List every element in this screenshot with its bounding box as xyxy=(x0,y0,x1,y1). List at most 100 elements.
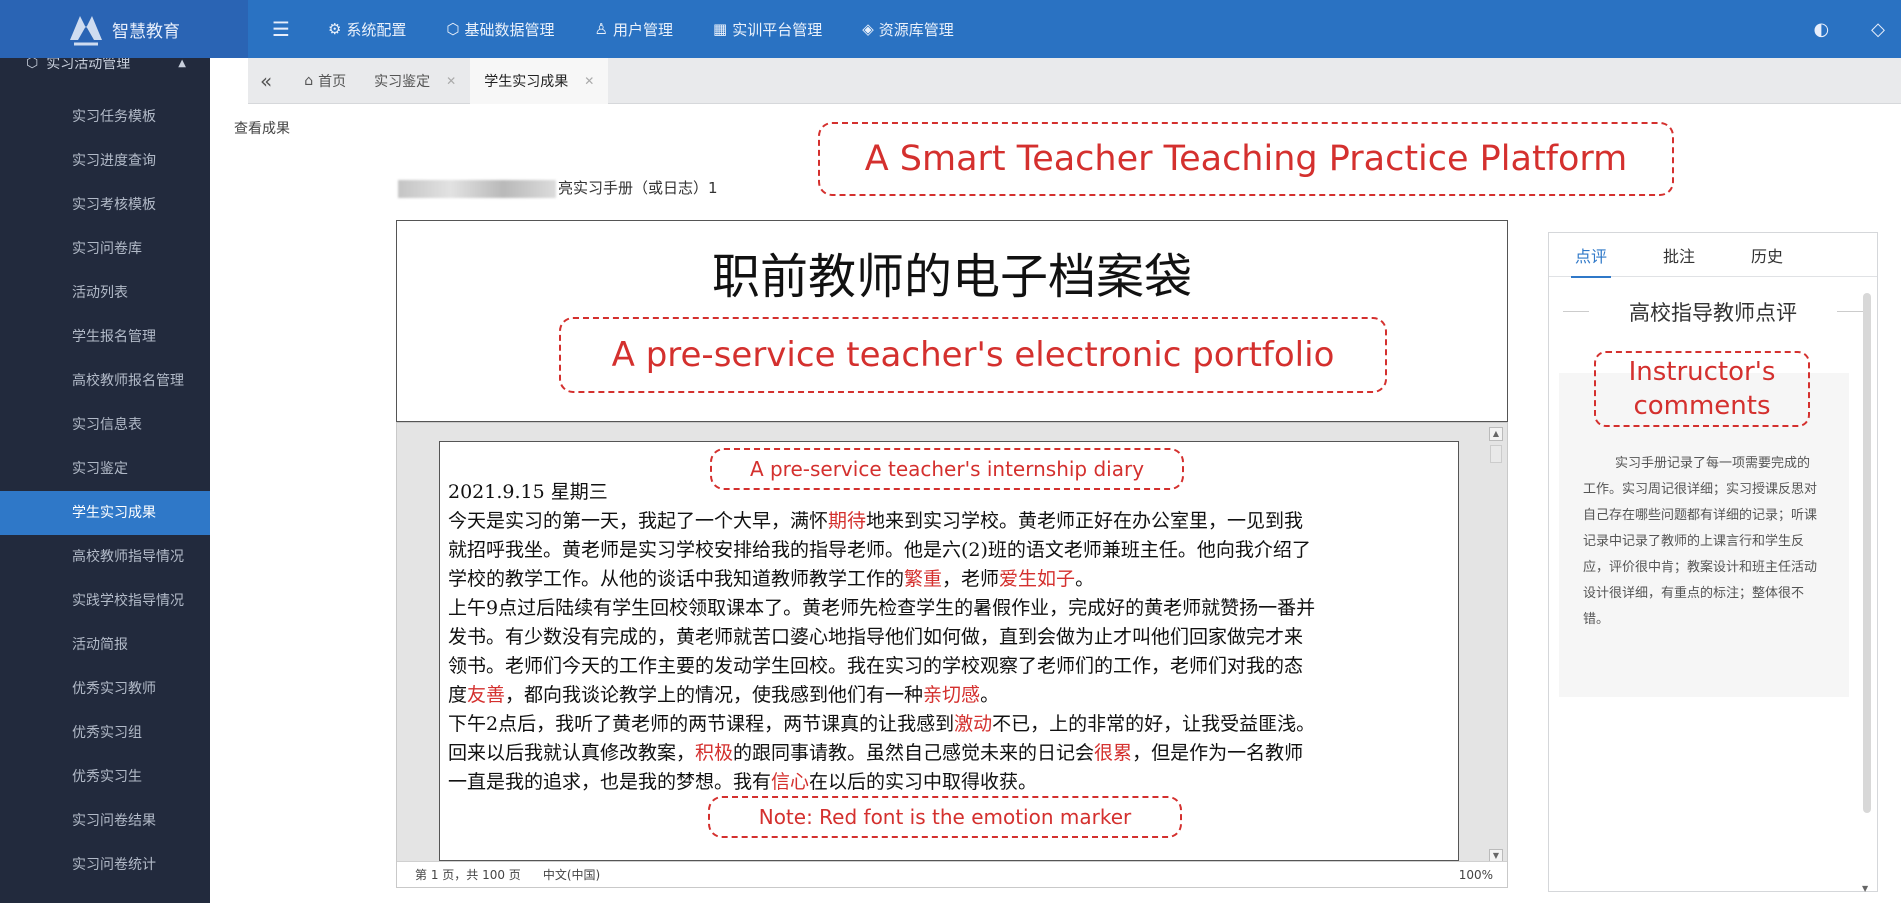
sidebar-item[interactable]: 优秀实习教师 xyxy=(0,667,210,711)
sidebar: ⬡ 实习活动管理 ▲ 实习任务模板 实习进度查询 实习考核模板 实习问卷库 活动… xyxy=(0,58,210,903)
diary-line: 回来以后我就认真修改教案，积极的跟同事请教。虽然自己感觉未来的日记会很累，但是作… xyxy=(448,739,1452,768)
tab-annotations[interactable]: 批注 xyxy=(1663,233,1695,277)
scroll-track[interactable] xyxy=(1863,293,1871,813)
diary-text-segment: 就招呼我坐。黄老师是实习学校安排给我的指导老师。他是六(2)班的语文老师兼班主任… xyxy=(448,539,1311,561)
tab-history[interactable]: 历史 xyxy=(1751,233,1783,277)
diary-line: 学校的教学工作。从他的谈话中我知道教师教学工作的繁重，老师爱生如子。 xyxy=(448,565,1452,594)
sidebar-item[interactable]: 高校教师报名管理 xyxy=(0,359,210,403)
sidebar-item[interactable]: 高校教师指导情况 xyxy=(0,535,210,579)
sidebar-item[interactable]: 实习鉴定 xyxy=(0,447,210,491)
topnav-base-data[interactable]: ⬡ 基础数据管理 xyxy=(446,19,554,40)
sidebar-item[interactable]: 实习考核模板 xyxy=(0,183,210,227)
diary-line: 下午2点后，我听了黄老师的两节课程，两节课真的让我感到激动不已，上的非常的好，让… xyxy=(448,710,1452,739)
home-icon: ⌂ xyxy=(304,72,314,89)
palette-icon[interactable]: ◐ xyxy=(1813,19,1829,40)
diary-line: 度友善，都向我谈论教学上的情况，使我感到他们有一种亲切感。 xyxy=(448,681,1452,710)
document-header: 职前教师的电子档案袋 A pre-service teacher's elect… xyxy=(396,220,1508,422)
emotion-marker: 很累 xyxy=(1094,742,1133,764)
diary-text: 2021.9.15 星期三今天是实习的第一天，我起了一个大早，满怀期待地来到实习… xyxy=(448,478,1452,797)
diary-text-segment: 回来以后我就认真修改教案， xyxy=(448,742,696,764)
sidebar-item[interactable]: 实习问卷结果 xyxy=(0,799,210,843)
tab-label: 首页 xyxy=(318,73,347,90)
diary-text-segment: 领书。老师们今天的工作主要的发动学生回校。我在实习的学校观察了老师们的工作，老师… xyxy=(448,655,1304,677)
sidebar-menu: 实习任务模板 实习进度查询 实习考核模板 实习问卷库 活动列表 学生报名管理 高… xyxy=(0,95,210,887)
sidebar-item[interactable]: 实习问卷统计 xyxy=(0,843,210,887)
group-icon: ⬡ xyxy=(26,58,39,71)
top-bar: 智慧教育 ☰ ⚙ 系统配置 ⬡ 基础数据管理 ♙ 用户管理 ▦ 实训平台管理 ◈ xyxy=(0,0,1901,58)
emotion-marker: 信心 xyxy=(771,771,810,793)
diary-line: 上午9点过后陆续有学生回校领取课本了。黄老师先检查学生的暑假作业，完成好的黄老师… xyxy=(448,594,1452,623)
top-right-tools: ◐ ◇ xyxy=(1771,0,1885,58)
review-tabs: 点评 批注 历史 xyxy=(1549,233,1877,278)
page-counter: 第 1 页，共 100 页 xyxy=(415,868,521,882)
tab-label: 实习鉴定 xyxy=(374,73,431,90)
sidebar-item[interactable]: 学生报名管理 xyxy=(0,315,210,359)
topnav-resource-library[interactable]: ◈ 资源库管理 xyxy=(862,19,954,40)
emotion-marker: 亲切感 xyxy=(923,684,981,706)
diary-text-segment: ，都向我谈论教学上的情况，使我感到他们有一种 xyxy=(505,684,924,706)
diary-text-segment: 。 xyxy=(1075,568,1095,590)
platform-annotation: A Smart Teacher Teaching Practice Platfo… xyxy=(818,122,1674,196)
sidebar-item[interactable]: 活动列表 xyxy=(0,271,210,315)
sidebar-item[interactable]: 实习信息表 xyxy=(0,403,210,447)
review-panel: 点评 批注 历史 高校指导教师点评 Instructor's comments … xyxy=(1548,232,1878,893)
brand[interactable]: 智慧教育 xyxy=(0,0,248,58)
scroll-down-icon[interactable]: ▼ xyxy=(1862,884,1868,893)
sidebar-item[interactable]: 实习问卷库 xyxy=(0,227,210,271)
viewer-scrollbar[interactable]: ▲ ▼ xyxy=(1489,427,1503,863)
emotion-marker: 友善 xyxy=(467,684,506,706)
diary-text-segment: 下午2点后，我听了黄老师的两节课程，两节课真的让我感到 xyxy=(448,713,955,735)
diary-text-segment: 今天是实习的第一天，我起了一个大早，满怀 xyxy=(448,510,829,532)
sidebar-group-internship-activity[interactable]: ⬡ 实习活动管理 ▲ xyxy=(0,58,210,72)
document-title: 职前教师的电子档案袋 xyxy=(711,249,1192,305)
logo-text: 智慧教育 xyxy=(112,21,180,42)
diary-text-segment: ，但是作为一名教师 xyxy=(1132,742,1304,764)
collapse-sidebar-icon[interactable]: « xyxy=(260,69,272,93)
grid-icon: ▦ xyxy=(713,20,728,38)
tab-internship-appraisal[interactable]: 实习鉴定 ✕ xyxy=(360,58,470,104)
tab-comments[interactable]: 点评 xyxy=(1570,233,1612,278)
diary-text-segment: 一直是我的追求，也是我的梦想。我有 xyxy=(448,771,772,793)
sidebar-item[interactable]: 优秀实习生 xyxy=(0,755,210,799)
cube-icon: ⬡ xyxy=(446,20,460,38)
topnav-system-config[interactable]: ⚙ 系统配置 xyxy=(328,19,406,40)
emotion-marker: 爱生如子 xyxy=(999,568,1076,590)
collapse-arrow-icon: ▲ xyxy=(178,58,186,69)
topnav-user-management[interactable]: ♙ 用户管理 xyxy=(595,19,673,40)
instructor-comment: 实习手册记录了每一项需要完成的工作。实习周记很详细；实习授课反思对自己存在哪些问… xyxy=(1583,456,1818,627)
document-viewer[interactable]: A pre-service teacher's internship diary… xyxy=(396,422,1508,888)
review-section-title: 高校指导教师点评 xyxy=(1563,297,1863,327)
tag-icon[interactable]: ◇ xyxy=(1871,19,1885,40)
diary-text-segment: 上午9点过后陆续有学生回校领取课本了。黄老师先检查学生的暑假作业，完成好的黄老师… xyxy=(448,597,1316,619)
sidebar-item[interactable]: 优秀实习组 xyxy=(0,711,210,755)
zoom-level[interactable]: 100% xyxy=(1459,868,1493,882)
diary-text-segment: 的跟同事请教。虽然自己感觉未来的日记会 xyxy=(733,742,1095,764)
sidebar-item[interactable]: 实习任务模板 xyxy=(0,95,210,139)
top-nav: ☰ ⚙ 系统配置 ⬡ 基础数据管理 ♙ 用户管理 ▦ 实训平台管理 ◈ 资源库管… xyxy=(272,0,994,58)
topnav-training-platform[interactable]: ▦ 实训平台管理 xyxy=(713,19,822,40)
diary-line: 2021.9.15 星期三 xyxy=(448,478,1452,507)
review-panel-scrollbar[interactable]: ▼ xyxy=(1861,293,1873,893)
emotion-marker: 期待 xyxy=(828,510,867,532)
menu-toggle-icon[interactable]: ☰ xyxy=(272,17,290,41)
diary-text-segment: 学校的教学工作。从他的谈话中我知道教师教学工作的 xyxy=(448,568,905,590)
close-icon[interactable]: ✕ xyxy=(584,74,594,88)
sidebar-item[interactable]: 活动简报 xyxy=(0,623,210,667)
sidebar-item-active[interactable]: 学生实习成果 xyxy=(0,491,210,535)
diary-line: 今天是实习的第一天，我起了一个大早，满怀期待地来到实习学校。黄老师正好在办公室里… xyxy=(448,507,1452,536)
breadcrumb: 查看成果 xyxy=(234,121,290,137)
diary-line: 就招呼我坐。黄老师是实习学校安排给我的指导老师。他是六(2)班的语文老师兼班主任… xyxy=(448,536,1452,565)
gear-icon: ⚙ xyxy=(327,20,342,38)
tab-home[interactable]: ⌂ 首页 xyxy=(290,58,360,104)
document-page: A pre-service teacher's internship diary… xyxy=(439,441,1459,861)
emotion-marker: 激动 xyxy=(954,713,993,735)
tab-student-results[interactable]: 学生实习成果 ✕ xyxy=(470,57,609,104)
logo-icon xyxy=(64,9,108,49)
topnav-label: 实训平台管理 xyxy=(732,20,823,39)
sidebar-item[interactable]: 实习进度查询 xyxy=(0,139,210,183)
sidebar-item[interactable]: 实践学校指导情况 xyxy=(0,579,210,623)
scroll-thumb[interactable] xyxy=(1490,445,1502,463)
diary-text-segment: 2021.9.15 星期三 xyxy=(448,481,608,503)
close-icon[interactable]: ✕ xyxy=(446,74,456,88)
scroll-up-icon[interactable]: ▲ xyxy=(1489,427,1503,441)
